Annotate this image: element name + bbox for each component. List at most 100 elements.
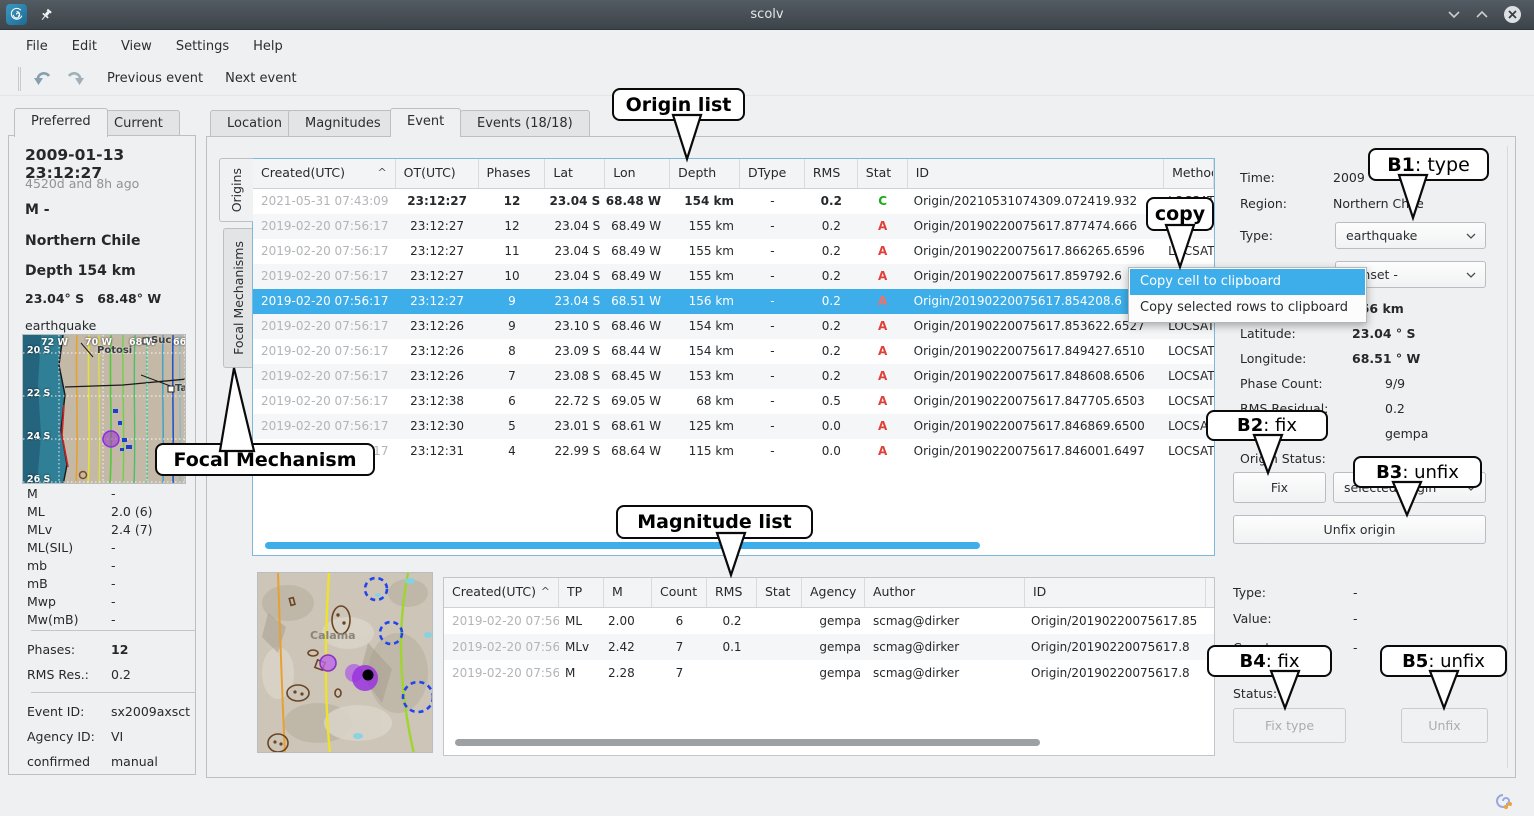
table-cell[interactable]: 2019-02-20 07:56:17 bbox=[253, 364, 396, 389]
tab-events[interactable]: Events (18/18) bbox=[460, 110, 590, 136]
column-header-m[interactable]: M bbox=[604, 578, 652, 607]
table-cell[interactable]: 154 km bbox=[670, 189, 740, 214]
table-cell[interactable]: 23:12:27 bbox=[396, 214, 479, 239]
table-cell[interactable]: 23:12:27 bbox=[396, 189, 479, 214]
status-cell[interactable]: A bbox=[858, 439, 908, 464]
table-cell[interactable]: 125 km bbox=[670, 414, 740, 439]
table-cell[interactable]: 5 bbox=[479, 414, 546, 439]
table-cell[interactable]: - bbox=[740, 339, 805, 364]
status-cell[interactable]: A bbox=[858, 414, 908, 439]
table-cell[interactable]: 2019-02-20 07:56:37 bbox=[444, 634, 559, 660]
status-cell[interactable]: A bbox=[858, 289, 908, 314]
table-cell[interactable]: - bbox=[740, 414, 805, 439]
minimize-icon[interactable] bbox=[1447, 10, 1461, 19]
table-cell[interactable]: 68.51 W bbox=[605, 289, 670, 314]
table-cell[interactable]: 153 km bbox=[670, 364, 740, 389]
origin-row[interactable]: 2021-05-31 07:43:0923:12:271223.04 S68.4… bbox=[253, 189, 1214, 214]
table-cell[interactable]: ML bbox=[559, 608, 604, 634]
table-cell[interactable]: 68.49 W bbox=[605, 239, 670, 264]
table-cell[interactable]: 6 bbox=[652, 608, 707, 634]
table-cell[interactable]: 2019-02-20 07:56:17 bbox=[253, 414, 396, 439]
table-cell[interactable]: 23:12:26 bbox=[396, 339, 479, 364]
table-cell[interactable]: Origin/20190220075617.853622.6527 bbox=[908, 314, 1164, 339]
menu-settings[interactable]: Settings bbox=[164, 35, 241, 58]
side-tab-origins[interactable]: Origins bbox=[219, 158, 253, 222]
table-cell[interactable]: Origin/20190220075617.846869.6500 bbox=[908, 414, 1164, 439]
origin-row[interactable]: 2019-02-20 07:56:1723:12:271223.04 S68.4… bbox=[253, 214, 1214, 239]
table-cell[interactable]: 7 bbox=[652, 660, 707, 686]
column-header-id[interactable]: ID bbox=[1025, 578, 1206, 607]
context-menu-item-copy-rows[interactable]: Copy selected rows to clipboard bbox=[1130, 295, 1365, 321]
tab-location[interactable]: Location bbox=[210, 110, 299, 136]
column-header-author[interactable]: Author bbox=[865, 578, 1025, 607]
magnitude-map[interactable]: Calama bbox=[257, 572, 433, 753]
table-cell[interactable]: 23.04 S bbox=[545, 189, 605, 214]
table-cell[interactable]: 0.2 bbox=[805, 264, 858, 289]
table-cell[interactable]: Origin/20190220075617.854208.6 bbox=[908, 289, 1164, 314]
column-header-rms[interactable]: RMS bbox=[707, 578, 757, 607]
table-cell[interactable]: 8 bbox=[479, 339, 546, 364]
table-cell[interactable]: 0.2 bbox=[805, 189, 858, 214]
origin-row[interactable]: 2019-02-20 07:56:1723:12:31422.99 S68.64… bbox=[253, 439, 1214, 464]
table-cell[interactable]: 11 bbox=[479, 239, 546, 264]
column-header-count[interactable]: Count bbox=[652, 578, 707, 607]
column-header-rms[interactable]: RMS bbox=[805, 159, 858, 188]
menu-view[interactable]: View bbox=[109, 35, 164, 58]
table-cell[interactable]: 68.46 W bbox=[605, 314, 670, 339]
table-cell[interactable]: 22.99 S bbox=[545, 439, 605, 464]
table-cell[interactable]: 68 km bbox=[670, 389, 740, 414]
origin-row[interactable]: 2019-02-20 07:56:1723:12:271123.04 S68.4… bbox=[253, 239, 1214, 264]
table-cell[interactable]: scmag@dirker bbox=[865, 634, 1025, 660]
table-cell[interactable]: 23.04 S bbox=[545, 264, 605, 289]
status-cell[interactable]: A bbox=[858, 264, 908, 289]
table-cell[interactable]: 7 bbox=[652, 634, 707, 660]
column-header-tp[interactable]: TP bbox=[559, 578, 604, 607]
table-cell[interactable]: MLv bbox=[559, 634, 604, 660]
table-cell[interactable]: 0.2 bbox=[707, 608, 757, 634]
table-cell[interactable]: LOCSAT bbox=[1164, 439, 1214, 464]
table-cell[interactable]: Origin/20190220075617.8 bbox=[1025, 660, 1206, 686]
menu-edit[interactable]: Edit bbox=[60, 35, 109, 58]
fix-type-button[interactable]: Fix type bbox=[1233, 708, 1346, 743]
table-cell[interactable]: 12 bbox=[479, 214, 546, 239]
menu-file[interactable]: File bbox=[14, 35, 60, 58]
table-cell[interactable]: 0.2 bbox=[805, 214, 858, 239]
side-tab-focal-mechanisms[interactable]: Focal Mechanisms bbox=[223, 228, 253, 368]
table-cell[interactable]: scmag@dirker bbox=[865, 660, 1025, 686]
menu-help[interactable]: Help bbox=[241, 35, 295, 58]
table-cell[interactable]: Origin/20190220075617.877474.666 bbox=[908, 214, 1164, 239]
table-cell[interactable]: 0.2 bbox=[805, 339, 858, 364]
table-cell[interactable]: 68.45 W bbox=[605, 364, 670, 389]
redo-arrow-icon[interactable] bbox=[63, 70, 85, 87]
table-cell[interactable]: 68.64 W bbox=[605, 439, 670, 464]
table-cell[interactable]: gempa bbox=[802, 660, 865, 686]
table-cell[interactable]: 23:12:27 bbox=[396, 264, 479, 289]
table-cell[interactable]: 2019-02-20 07:56:37 bbox=[444, 608, 559, 634]
table-cell[interactable]: Origin/20190220075617.85 bbox=[1025, 608, 1206, 634]
table-cell[interactable]: 68.61 W bbox=[605, 414, 670, 439]
table-cell[interactable]: 155 km bbox=[670, 214, 740, 239]
status-cell[interactable]: A bbox=[858, 339, 908, 364]
table-cell[interactable]: 23:12:27 bbox=[396, 239, 479, 264]
origin-row[interactable]: 2019-02-20 07:56:1723:12:26723.08 S68.45… bbox=[253, 364, 1214, 389]
origin-row[interactable]: 2019-02-20 07:56:1723:12:27923.04 S68.51… bbox=[253, 289, 1214, 314]
tab-magnitudes[interactable]: Magnitudes bbox=[288, 110, 398, 136]
status-cell[interactable]: A bbox=[858, 314, 908, 339]
column-header-lon[interactable]: Lon bbox=[605, 159, 670, 188]
tab-current[interactable]: Current bbox=[97, 110, 180, 136]
table-cell[interactable]: 68.49 W bbox=[605, 264, 670, 289]
table-cell[interactable]: 23:12:26 bbox=[396, 364, 479, 389]
table-cell[interactable]: 2019-02-20 07:56:17 bbox=[253, 289, 396, 314]
column-header-createdutc[interactable]: Created(UTC)^ bbox=[253, 159, 396, 188]
table-cell[interactable]: Origin/20190220075617.8 bbox=[1025, 634, 1206, 660]
table-cell[interactable]: LOCSAT bbox=[1164, 389, 1214, 414]
table-cell[interactable]: - bbox=[740, 439, 805, 464]
status-cell[interactable]: A bbox=[858, 389, 908, 414]
origin-table-hscrollbar[interactable] bbox=[265, 542, 980, 549]
table-cell[interactable]: 2019-02-20 07:56:17 bbox=[253, 239, 396, 264]
origin-row[interactable]: 2019-02-20 07:56:1723:12:38622.72 S69.05… bbox=[253, 389, 1214, 414]
table-cell[interactable]: 115 km bbox=[670, 439, 740, 464]
origin-row[interactable]: 2019-02-20 07:56:1723:12:26823.09 S68.44… bbox=[253, 339, 1214, 364]
table-cell[interactable]: 2.00 bbox=[604, 608, 652, 634]
status-cell[interactable]: A bbox=[858, 364, 908, 389]
